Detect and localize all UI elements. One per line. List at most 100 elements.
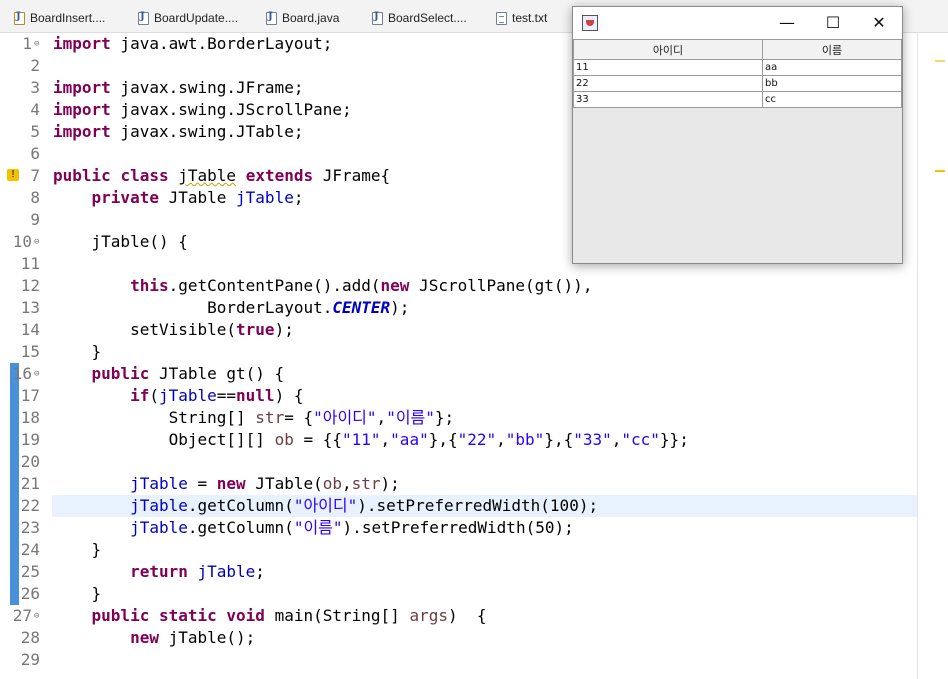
java-file-icon — [372, 11, 383, 25]
code-token: import — [53, 34, 111, 53]
code-token: java.awt.BorderLayout; — [110, 34, 333, 53]
tab-boardupdate[interactable]: BoardUpdate.... — [138, 8, 238, 28]
code-token: String[] — [168, 408, 256, 427]
line-number: 5 — [30, 122, 40, 141]
overview-warning-mark[interactable] — [935, 170, 945, 172]
tab-boardinsert[interactable]: BoardInsert.... — [14, 8, 105, 28]
table-cell[interactable]: 11 — [573, 59, 763, 76]
code-token: = {{ — [293, 430, 342, 449]
line-number: 19 — [20, 430, 40, 449]
line-number: 6 — [30, 144, 40, 163]
code-token: "22" — [457, 430, 497, 449]
code-token: jTable — [236, 188, 294, 207]
code-line: 28 new jTable(); — [0, 627, 917, 649]
code-token: jTable — [178, 166, 237, 185]
code-token: import — [53, 100, 111, 119]
line-number: 10 — [12, 232, 32, 251]
code-token: jTable() { — [91, 232, 188, 251]
column-header-id[interactable]: 아이디 — [573, 39, 763, 60]
code-line: 20 — [0, 451, 917, 473]
line-number: 28 — [20, 628, 40, 647]
java-file-icon — [138, 11, 149, 25]
code-line: 22 jTable.getColumn("아이디").setPreferredW… — [0, 495, 917, 517]
tab-test-txt[interactable]: test.txt — [496, 8, 547, 28]
code-token: JTable gt() { — [149, 364, 285, 383]
close-button[interactable]: ✕ — [856, 7, 902, 39]
code-token: class — [120, 166, 169, 185]
line-number: 13 — [20, 298, 40, 317]
line-number: 14 — [20, 320, 40, 339]
minimize-button[interactable]: — — [764, 7, 810, 39]
column-header-name[interactable]: 이름 — [762, 39, 902, 60]
code-token: this — [130, 276, 169, 295]
code-token: jTable — [158, 386, 217, 405]
code-token: .getColumn( — [187, 496, 294, 515]
window-titlebar[interactable]: — ☐ ✕ — [573, 7, 902, 39]
code-token: new — [130, 628, 159, 647]
code-token: ); — [380, 474, 400, 493]
code-token: = — [187, 474, 217, 493]
table-cell[interactable]: bb — [762, 75, 902, 92]
code-line: 29 — [0, 649, 917, 671]
code-token: }; — [434, 408, 455, 427]
jtable-window[interactable]: — ☐ ✕ 아이디 이름 11 aa 22 bb 33 cc — [572, 6, 903, 264]
code-line: 18 String[] str= {"아이디","이름"}; — [0, 407, 917, 429]
code-token: } — [91, 342, 102, 361]
code-token: import — [53, 78, 111, 97]
fold-icon[interactable]: ⊖ — [34, 231, 39, 253]
overview-warning-mark[interactable] — [935, 60, 945, 62]
code-token: ob — [274, 430, 294, 449]
code-token: "아이디" — [293, 496, 358, 515]
code-token: } — [91, 584, 102, 603]
java-file-icon — [266, 11, 277, 25]
table-cell[interactable]: aa — [762, 59, 902, 76]
code-token: new — [216, 474, 246, 493]
code-token: ); — [390, 298, 410, 317]
code-token: , — [342, 474, 352, 493]
code-token: new — [380, 276, 410, 295]
code-token: str — [255, 408, 285, 427]
table-cell[interactable]: 22 — [573, 75, 763, 92]
code-token: BorderLayout. — [207, 298, 333, 317]
fold-icon[interactable]: ⊖ — [34, 363, 39, 385]
fold-icon[interactable]: ⊖ — [34, 33, 39, 55]
code-token: ) { — [447, 606, 487, 625]
fold-icon[interactable]: ⊖ — [34, 605, 39, 627]
line-number: 1 — [22, 34, 32, 53]
scroll-pane[interactable]: 아이디 이름 11 aa 22 bb 33 cc — [573, 39, 902, 263]
tab-label: Board.java — [282, 11, 340, 25]
tab-boardselect[interactable]: BoardSelect.... — [372, 8, 467, 28]
line-number: 21 — [20, 474, 40, 493]
line-number: 18 — [20, 408, 40, 427]
table-row[interactable]: 11 aa — [573, 59, 902, 76]
code-line: 17 if(jTable==null) { — [0, 385, 917, 407]
table-cell[interactable]: cc — [762, 91, 902, 108]
line-number: 9 — [30, 210, 40, 229]
table-row[interactable]: 33 cc — [573, 91, 902, 108]
table-cell[interactable]: 33 — [573, 91, 763, 108]
table-row[interactable]: 22 bb — [573, 75, 902, 92]
line-number: 17 — [20, 386, 40, 405]
code-token: ); — [274, 320, 294, 339]
code-line: 21 jTable = new JTable(ob,str); — [0, 473, 917, 495]
code-token: }}; — [659, 430, 689, 449]
code-token: CENTER — [332, 298, 391, 317]
code-token: import — [53, 122, 111, 141]
data-table[interactable]: 아이디 이름 11 aa 22 bb 33 cc — [573, 39, 902, 108]
code-token: ( — [149, 386, 159, 405]
editor-overview-ruler[interactable] — [917, 33, 948, 679]
code-token: "aa" — [390, 430, 429, 449]
code-token: ; — [293, 188, 304, 207]
maximize-button[interactable]: ☐ — [810, 7, 856, 39]
code-token: JFrame{ — [313, 166, 391, 185]
code-token: ob — [322, 474, 342, 493]
code-line: 23 jTable.getColumn("이름").setPreferredWi… — [0, 517, 917, 539]
code-line: 24 } — [0, 539, 917, 561]
java-file-warning-icon — [14, 11, 25, 25]
line-number: 12 — [20, 276, 40, 295]
tab-label: BoardUpdate.... — [154, 11, 239, 25]
code-token: null — [236, 386, 275, 405]
line-number: 11 — [20, 254, 40, 273]
tab-board-java[interactable]: Board.java — [266, 8, 339, 28]
line-number: 16 — [12, 364, 32, 383]
